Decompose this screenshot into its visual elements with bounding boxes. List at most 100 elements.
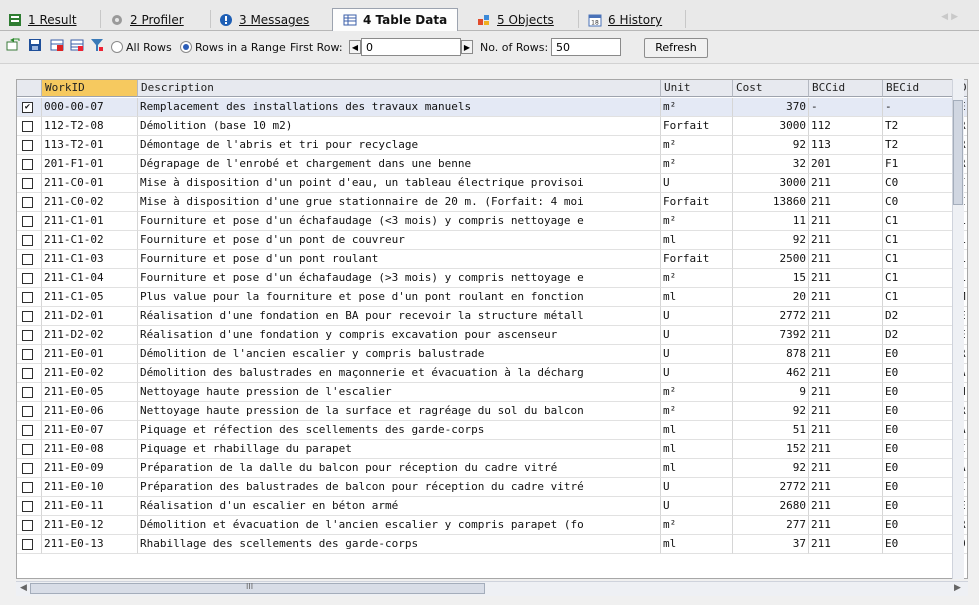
- cell-unit[interactable]: U: [661, 174, 733, 193]
- vertical-scroll-thumb[interactable]: [953, 100, 963, 205]
- cell-description[interactable]: Fourniture et pose d'un pont de couvreur: [138, 231, 661, 250]
- table-row[interactable]: ✔ 000-00-07 Remplacement des installations…: [17, 98, 967, 117]
- cell-description[interactable]: Dégrapage de l'enrobé et chargement dans…: [138, 155, 661, 174]
- refresh-button[interactable]: Refresh: [644, 38, 708, 58]
- row-selector[interactable]: [17, 288, 42, 307]
- table-row[interactable]: 113-T2-01 Démontage de l'abris et tri pou…: [17, 136, 967, 155]
- cell-bccid[interactable]: 211: [809, 497, 883, 516]
- cell-description[interactable]: Nettoyage haute pression de la surface e…: [138, 402, 661, 421]
- row-selector[interactable]: [17, 212, 42, 231]
- row-selector[interactable]: ✔: [17, 98, 42, 117]
- all-rows-radio[interactable]: [111, 41, 123, 53]
- table-row[interactable]: 211-E0-10 Préparation des balustrades de …: [17, 478, 967, 497]
- cell-bccid[interactable]: 211: [809, 174, 883, 193]
- row-checkbox[interactable]: [22, 425, 33, 436]
- row-selector[interactable]: [17, 364, 42, 383]
- cell-becid[interactable]: E0: [883, 364, 957, 383]
- cell-workid[interactable]: 211-E0-07: [42, 421, 138, 440]
- cell-description[interactable]: Piquage et réfection des scellements des…: [138, 421, 661, 440]
- cell-unit[interactable]: m²: [661, 136, 733, 155]
- cell-bccid[interactable]: 211: [809, 345, 883, 364]
- cell-cost[interactable]: 20: [733, 288, 809, 307]
- cell-bccid[interactable]: 211: [809, 478, 883, 497]
- cell-cost[interactable]: 7392: [733, 326, 809, 345]
- cell-cost[interactable]: 11: [733, 212, 809, 231]
- cell-bccid[interactable]: 211: [809, 212, 883, 231]
- row-selector[interactable]: [17, 421, 42, 440]
- cell-bccid[interactable]: 211: [809, 440, 883, 459]
- row-selector[interactable]: [17, 326, 42, 345]
- row-selector[interactable]: [17, 478, 42, 497]
- row-checkbox[interactable]: [22, 330, 33, 341]
- cell-bccid[interactable]: 211: [809, 250, 883, 269]
- cell-becid[interactable]: -: [883, 98, 957, 117]
- cell-description[interactable]: Démolition de l'ancien escalier y compri…: [138, 345, 661, 364]
- tab-messages[interactable]: 3 Messages: [219, 10, 309, 30]
- row-checkbox[interactable]: [22, 292, 33, 303]
- cell-cost[interactable]: 15: [733, 269, 809, 288]
- row-checkbox[interactable]: [22, 159, 33, 170]
- table-row[interactable]: 211-C0-01 Mise à disposition d'un point d…: [17, 174, 967, 193]
- cell-bccid[interactable]: 211: [809, 193, 883, 212]
- table-row[interactable]: 211-E0-02 Démolition des balustrades en m…: [17, 364, 967, 383]
- row-selector[interactable]: [17, 193, 42, 212]
- cell-becid[interactable]: E0: [883, 535, 957, 554]
- cell-bccid[interactable]: 211: [809, 516, 883, 535]
- cell-workid[interactable]: 211-E0-05: [42, 383, 138, 402]
- cell-becid[interactable]: E0: [883, 459, 957, 478]
- cell-workid[interactable]: 211-E0-12: [42, 516, 138, 535]
- row-selector[interactable]: [17, 155, 42, 174]
- cell-unit[interactable]: ml: [661, 421, 733, 440]
- column-header-becid[interactable]: BECid: [883, 80, 957, 97]
- cell-bccid[interactable]: -: [809, 98, 883, 117]
- cell-unit[interactable]: ml: [661, 288, 733, 307]
- table-row[interactable]: 211-C0-02 Mise à disposition d'une grue s…: [17, 193, 967, 212]
- cell-bccid[interactable]: 211: [809, 288, 883, 307]
- row-selector[interactable]: [17, 497, 42, 516]
- cell-unit[interactable]: m²: [661, 402, 733, 421]
- cell-bccid[interactable]: 211: [809, 364, 883, 383]
- cell-becid[interactable]: E0: [883, 383, 957, 402]
- cell-becid[interactable]: T2: [883, 117, 957, 136]
- cell-becid[interactable]: T2: [883, 136, 957, 155]
- cell-cost[interactable]: 370: [733, 98, 809, 117]
- first-row-increment-button[interactable]: ▶: [461, 40, 473, 54]
- row-checkbox[interactable]: [22, 501, 33, 512]
- cell-description[interactable]: Mise à disposition d'une grue stationnai…: [138, 193, 661, 212]
- cell-cost[interactable]: 51: [733, 421, 809, 440]
- row-selector[interactable]: [17, 535, 42, 554]
- row-checkbox[interactable]: [22, 121, 33, 132]
- cell-unit[interactable]: ml: [661, 440, 733, 459]
- cell-description[interactable]: Démolition et évacuation de l'ancien esc…: [138, 516, 661, 535]
- cell-unit[interactable]: Forfait: [661, 117, 733, 136]
- cell-becid[interactable]: E0: [883, 345, 957, 364]
- row-selector[interactable]: [17, 383, 42, 402]
- table-row[interactable]: 211-E0-07 Piquage et réfection des scelle…: [17, 421, 967, 440]
- cell-becid[interactable]: C1: [883, 231, 957, 250]
- row-checkbox[interactable]: ✔: [22, 102, 33, 113]
- cell-unit[interactable]: m²: [661, 269, 733, 288]
- cell-bccid[interactable]: 211: [809, 402, 883, 421]
- cell-unit[interactable]: Forfait: [661, 193, 733, 212]
- cell-workid[interactable]: 112-T2-08: [42, 117, 138, 136]
- row-selector[interactable]: [17, 402, 42, 421]
- cell-cost[interactable]: 277: [733, 516, 809, 535]
- first-row-decrement-button[interactable]: ◀: [349, 40, 361, 54]
- cell-cost[interactable]: 13860: [733, 193, 809, 212]
- cell-bccid[interactable]: 211: [809, 535, 883, 554]
- row-checkbox[interactable]: [22, 349, 33, 360]
- column-header-cost[interactable]: Cost: [733, 80, 809, 97]
- cell-becid[interactable]: C1: [883, 288, 957, 307]
- cell-cost[interactable]: 92: [733, 402, 809, 421]
- table-row[interactable]: 211-E0-06 Nettoyage haute pression de la …: [17, 402, 967, 421]
- scroll-left-icon[interactable]: ◀: [20, 583, 27, 593]
- row-selector[interactable]: [17, 440, 42, 459]
- horizontal-scroll-thumb[interactable]: III: [30, 582, 485, 594]
- tab-result[interactable]: 1 Result: [8, 10, 77, 30]
- tab-table-data[interactable]: 4 Table Data: [332, 8, 459, 31]
- cell-workid[interactable]: 211-C1-03: [42, 250, 138, 269]
- cell-workid[interactable]: 211-C0-02: [42, 193, 138, 212]
- cell-becid[interactable]: F1: [883, 155, 957, 174]
- scroll-right-icon[interactable]: ▶: [954, 583, 961, 593]
- cell-cost[interactable]: 3000: [733, 174, 809, 193]
